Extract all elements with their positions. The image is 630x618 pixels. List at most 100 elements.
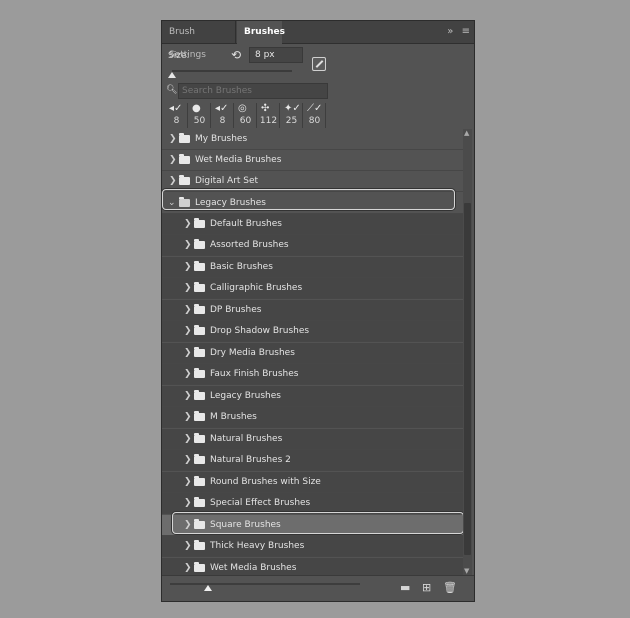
preset-brush[interactable]: ● 50 (189, 103, 211, 128)
brush-subgroup-row[interactable]: ❯ Legacy Brushes (162, 386, 464, 407)
chevron-right-icon[interactable]: ❯ (184, 407, 192, 428)
chevron-right-icon[interactable]: ❯ (184, 515, 192, 536)
chevron-right-icon[interactable]: ❯ (184, 386, 192, 407)
brush-subgroup-label: Default Brushes (210, 219, 282, 229)
folder-icon (194, 261, 205, 271)
chevron-down-icon[interactable]: ⌄ (168, 193, 176, 214)
chevron-right-icon[interactable]: ❯ (184, 321, 192, 342)
chevron-right-icon[interactable]: ❯ (184, 472, 192, 493)
undo-icon[interactable]: ⟲ (231, 48, 241, 62)
brush-subgroup-label: Dry Media Brushes (210, 348, 295, 358)
brush-presets: ◂✓ 8 ● 50 ◂✓ 8 ◎ 60 ✣ 112 ✦✓ 25 ⟋✓ 80 (166, 103, 336, 129)
chevron-right-icon[interactable]: ❯ (184, 214, 192, 235)
brush-subgroup-row[interactable]: ❯ M Brushes (162, 407, 464, 428)
brush-group-row-expanded[interactable]: ⌄ Legacy Brushes (162, 193, 464, 214)
edit-brush-icon[interactable] (312, 57, 326, 71)
brush-subgroup-row[interactable]: ❯ Dry Media Brushes (162, 343, 464, 364)
brush-subgroup-row[interactable]: ❯ Wet Media Brushes (162, 558, 464, 575)
preset-brush[interactable]: ◂✓ 8 (212, 103, 234, 128)
preset-brush[interactable]: ✦✓ 25 (281, 103, 303, 128)
brush-group-row[interactable]: ❯ Wet Media Brushes (162, 150, 464, 171)
folder-icon (194, 368, 205, 378)
preset-brush[interactable]: ◎ 60 (235, 103, 257, 128)
chevron-right-icon[interactable]: ❯ (184, 558, 192, 575)
brush-group-label: Legacy Brushes (195, 198, 266, 208)
brush-tip-icon: ● (192, 103, 201, 114)
brush-subgroup-row[interactable]: ❯ Round Brushes with Size (162, 472, 464, 493)
chevron-right-icon[interactable]: ❯ (184, 450, 192, 471)
folder-icon (194, 476, 205, 486)
brush-subgroup-row-selected[interactable]: ❯ Square Brushes (162, 515, 464, 536)
chevron-right-icon[interactable]: ❯ (184, 278, 192, 299)
folder-icon (194, 433, 205, 443)
folder-icon (194, 519, 205, 529)
panel-menu-icon[interactable]: ≡ (462, 26, 470, 37)
preset-size: 60 (239, 116, 252, 126)
brush-subgroup-row[interactable]: ❯ Thick Heavy Brushes (162, 536, 464, 557)
chevron-right-icon[interactable]: ❯ (169, 150, 177, 171)
brush-subgroup-label: M Brushes (210, 412, 257, 422)
folder-icon[interactable]: ▬ (400, 581, 410, 594)
brush-subgroup-label: Special Effect Brushes (210, 498, 311, 508)
brush-subgroup-label: Calligraphic Brushes (210, 283, 303, 293)
search-input[interactable] (178, 83, 328, 99)
brush-group-label: Digital Art Set (195, 176, 259, 186)
collapse-icon[interactable]: » (447, 26, 453, 37)
list-scrollbar[interactable]: ▲ ▼ (463, 129, 472, 575)
preset-size: 50 (193, 116, 206, 126)
folder-icon (194, 304, 205, 314)
size-slider-thumb[interactable] (168, 72, 176, 78)
chevron-right-icon[interactable]: ❯ (184, 257, 192, 278)
brush-subgroup-label: Thick Heavy Brushes (210, 541, 305, 551)
preset-size: 112 (259, 116, 278, 126)
folder-icon (179, 133, 190, 143)
chevron-right-icon[interactable]: ❯ (184, 536, 192, 557)
chevron-right-icon[interactable]: ❯ (169, 129, 177, 150)
preset-size: 80 (308, 116, 321, 126)
chevron-right-icon[interactable]: ❯ (184, 343, 192, 364)
preset-brush[interactable]: ◂✓ 8 (166, 103, 188, 128)
tabbar-icons: » ≡ (442, 26, 470, 37)
brush-subgroup-label: Wet Media Brushes (210, 563, 297, 573)
brush-subgroup-row[interactable]: ❯ Special Effect Brushes (162, 493, 464, 514)
trash-icon[interactable]: 🗑︎ (443, 581, 457, 594)
chevron-right-icon[interactable]: ❯ (169, 171, 177, 192)
size-input[interactable]: 8 px (249, 47, 303, 63)
brush-subgroup-row[interactable]: ❯ Natural Brushes (162, 429, 464, 450)
scroll-up-icon[interactable]: ▲ (464, 129, 469, 137)
scrollbar-thumb[interactable] (464, 203, 471, 555)
tab-brush-settings[interactable]: Brush Settings (162, 21, 236, 60)
brush-tip-icon: ✦✓ (284, 103, 301, 114)
folder-icon (194, 497, 205, 507)
new-brush-icon[interactable]: ⊞ (422, 581, 431, 594)
brush-subgroup-row[interactable]: ❯ DP Brushes (162, 300, 464, 321)
brush-subgroup-row[interactable]: ❯ Calligraphic Brushes (162, 278, 464, 299)
brush-subgroup-row[interactable]: ❯ Drop Shadow Brushes (162, 321, 464, 342)
tab-brushes[interactable]: Brushes (237, 21, 285, 45)
brush-subgroup-label: DP Brushes (210, 305, 262, 315)
chevron-right-icon[interactable]: ❯ (184, 493, 192, 514)
preset-brush[interactable]: ⟋✓ 80 (304, 103, 326, 128)
chevron-right-icon[interactable]: ❯ (184, 429, 192, 450)
chevron-right-icon[interactable]: ❯ (184, 235, 192, 256)
preset-size: 8 (173, 116, 180, 126)
size-slider-track[interactable] (172, 70, 292, 72)
brush-subgroup-row[interactable]: ❯ Default Brushes (162, 214, 464, 235)
chevron-right-icon[interactable]: ❯ (184, 364, 192, 385)
brush-subgroup-label: Faux Finish Brushes (210, 369, 299, 379)
brush-group-label: My Brushes (195, 134, 248, 144)
brush-group-row[interactable]: ❯ My Brushes (162, 129, 464, 150)
preview-size-slider-thumb[interactable] (204, 585, 212, 591)
brush-group-row[interactable]: ❯ Digital Art Set (162, 171, 464, 192)
brush-subgroup-row[interactable]: ❯ Assorted Brushes (162, 235, 464, 256)
chevron-right-icon[interactable]: ❯ (184, 300, 192, 321)
brush-subgroup-row[interactable]: ❯ Basic Brushes (162, 257, 464, 278)
brush-subgroup-row[interactable]: ❯ Natural Brushes 2 (162, 450, 464, 471)
brush-tip-icon: ◂✓ (169, 103, 183, 114)
search-icon: 🔍︎ (166, 85, 178, 95)
scroll-down-icon[interactable]: ▼ (464, 567, 469, 575)
brush-subgroup-label: Basic Brushes (210, 262, 273, 272)
preset-brush[interactable]: ✣ 112 (258, 103, 280, 128)
brush-subgroup-row[interactable]: ❯ Faux Finish Brushes (162, 364, 464, 385)
preview-size-slider-track[interactable] (170, 583, 360, 585)
